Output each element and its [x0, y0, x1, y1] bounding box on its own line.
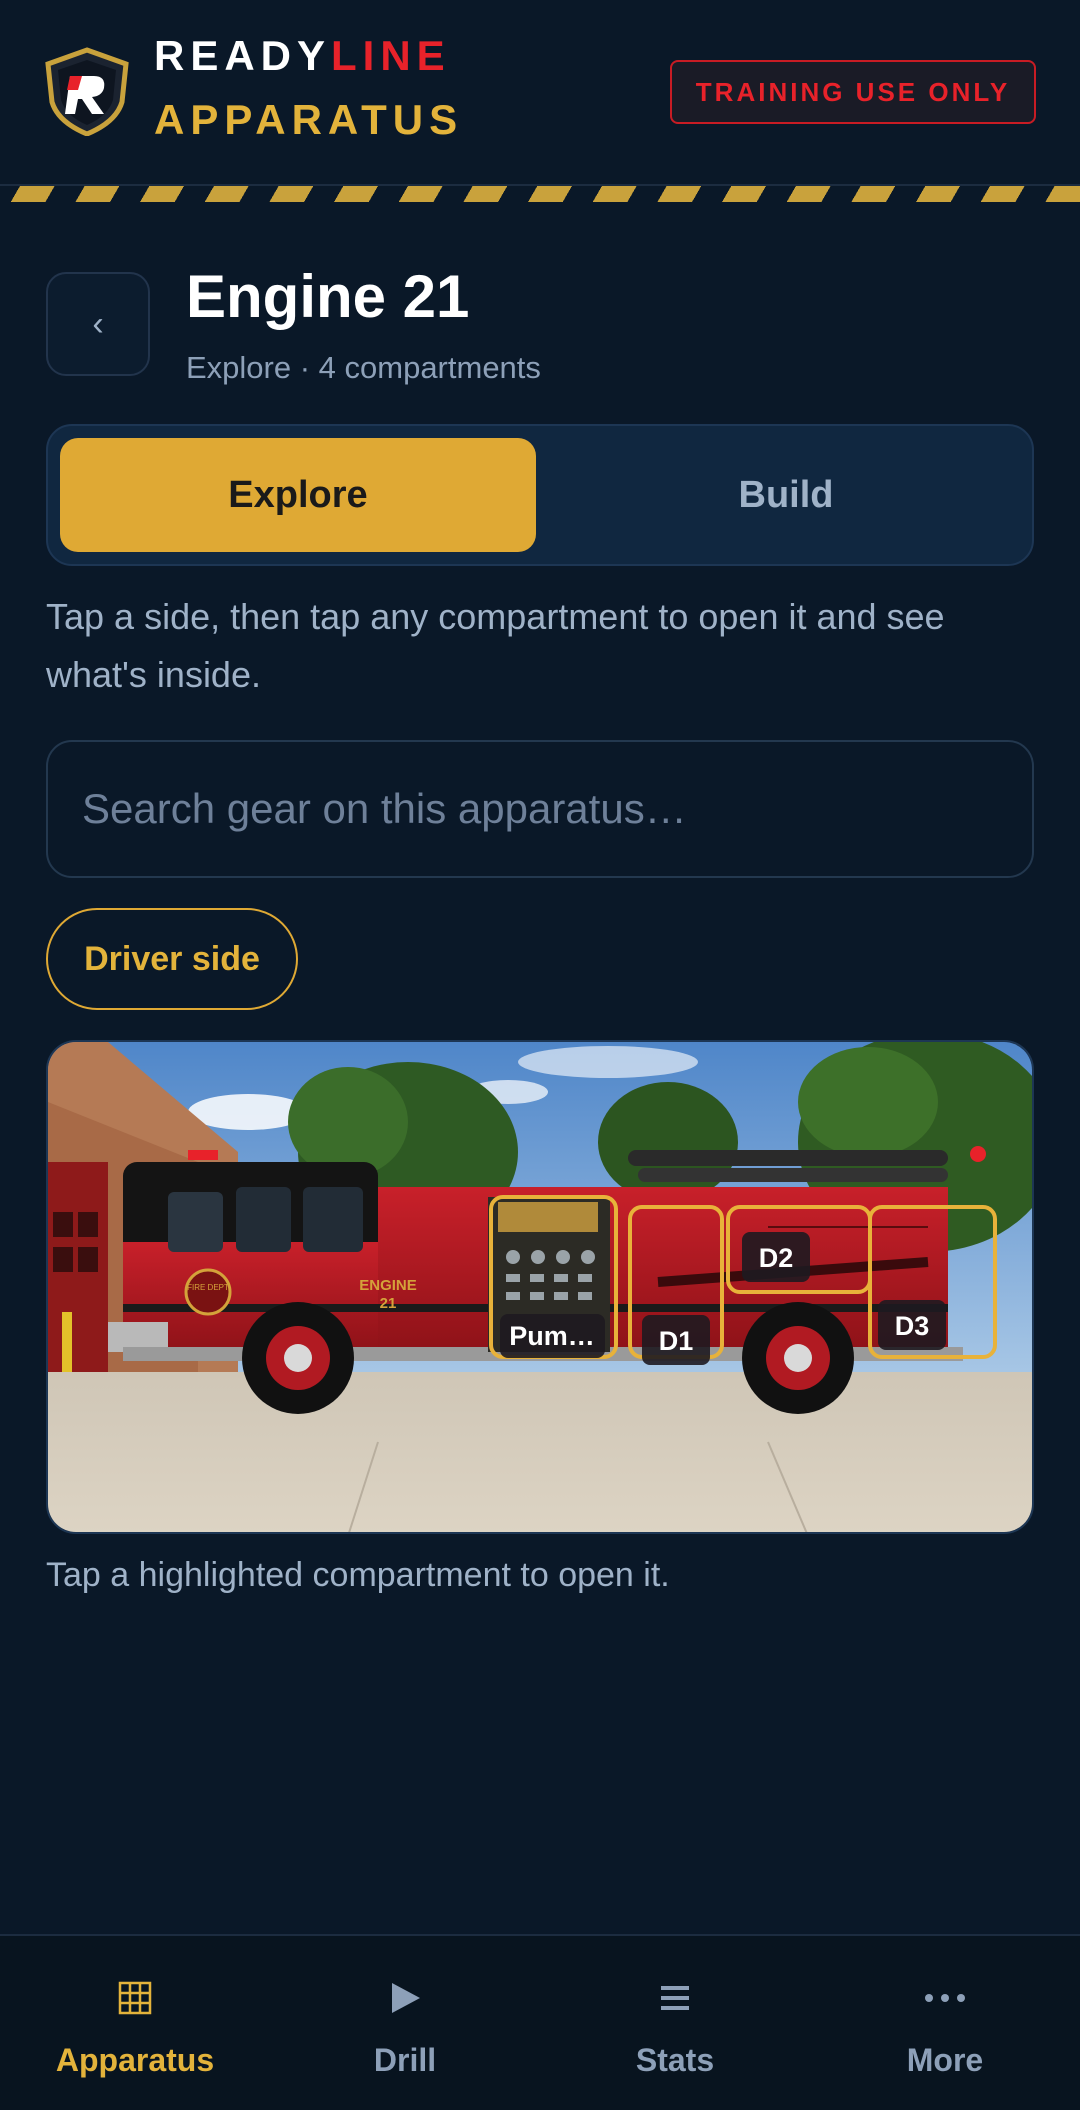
hazard-stripe-divider: [0, 184, 1080, 202]
more-dots-icon: [923, 1976, 967, 2020]
fire-engine-illustration: FIRE DEPT ENGINE 21 Pum… D1 D2 D3: [48, 1042, 1032, 1532]
app-header: READYLINE APPARATUS TRAINING USE ONLY: [0, 0, 1080, 182]
play-icon: [388, 1976, 422, 2020]
nav-apparatus[interactable]: Apparatus: [0, 1936, 270, 2110]
nav-drill[interactable]: Drill: [270, 1936, 540, 2110]
shield-r-logo: [45, 47, 129, 136]
nav-stats-label: Stats: [635, 2042, 715, 2078]
chevron-left-icon: ‹: [92, 304, 104, 343]
brand-name-part2: LINE: [331, 32, 451, 79]
grid-icon: [117, 1976, 153, 2020]
unit-number: 21: [380, 1295, 397, 1312]
brand-name: READYLINE: [154, 32, 451, 80]
page-subtitle: Explore · 4 compartments: [186, 350, 541, 385]
nav-stats[interactable]: Stats: [540, 1936, 810, 2110]
menu-lines-icon: [659, 1976, 691, 2020]
unit-lettering: ENGINE: [359, 1277, 417, 1294]
rear-wheel: [742, 1302, 854, 1414]
compartment-label-d3: D3: [895, 1311, 930, 1341]
compartment-label-d1: D1: [659, 1326, 694, 1356]
gear-search-input[interactable]: [46, 740, 1034, 878]
nav-more-label: More: [906, 2042, 984, 2078]
brand-subtitle: APPARATUS: [154, 96, 464, 143]
bottom-navigation: Apparatus Drill Stats More: [0, 1934, 1080, 2110]
apparatus-image: FIRE DEPT ENGINE 21 Pum… D1 D2 D3: [46, 1040, 1034, 1534]
back-button[interactable]: ‹: [46, 272, 150, 376]
brand-name-part1: READY: [154, 32, 332, 79]
nav-drill-label: Drill: [373, 2042, 437, 2078]
side-selector-chip[interactable]: Driver side: [46, 908, 298, 1010]
build-tab[interactable]: Build: [548, 438, 1024, 552]
compartment-label-pump: Pum…: [509, 1321, 595, 1351]
nav-more[interactable]: More: [810, 1936, 1080, 2110]
front-wheel: [242, 1302, 354, 1414]
training-use-badge: TRAINING USE ONLY: [670, 60, 1036, 124]
explore-tab[interactable]: Explore: [60, 438, 536, 552]
dept-seal-text: FIRE DEPT: [187, 1283, 229, 1292]
page-title: Engine 21: [186, 263, 470, 330]
mode-toggle: Explore Build: [46, 424, 1034, 566]
compartment-hint: Tap a highlighted compartment to open it…: [46, 1556, 670, 1594]
nav-apparatus-label: Apparatus: [55, 2042, 215, 2078]
instructions-text: Tap a side, then tap any compartment to …: [46, 596, 945, 695]
compartment-label-d2: D2: [759, 1243, 794, 1273]
